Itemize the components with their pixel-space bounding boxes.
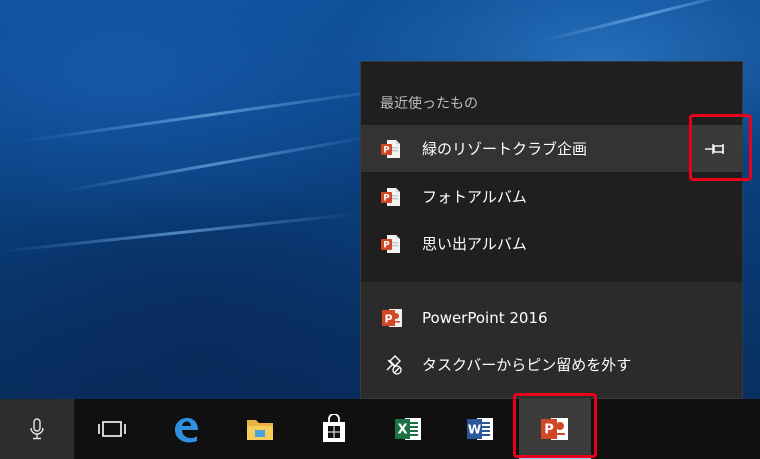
taskbar-store-button[interactable]: [306, 399, 362, 459]
word-letter: W: [468, 423, 481, 437]
powerpoint-app-icon: P: [382, 309, 402, 327]
recent-item-label: フォトアルバム: [422, 188, 527, 206]
folder-icon: [247, 420, 273, 440]
recent-item[interactable]: P 緑のリゾートクラブ企画: [361, 125, 742, 172]
word-icon: W: [467, 418, 493, 440]
taskbar-word-button[interactable]: W: [452, 399, 508, 459]
excel-icon: X: [395, 418, 421, 440]
recent-item[interactable]: P 思い出アルバム: [361, 220, 742, 267]
taskbar-excel-button[interactable]: X: [380, 399, 436, 459]
taskbar-file-explorer-button[interactable]: [232, 399, 288, 459]
taskbar: X W P: [0, 399, 760, 459]
powerpoint-doc-icon: P: [381, 139, 400, 158]
taskbar-edge-button[interactable]: [158, 399, 214, 459]
wallpaper-light-beam: [0, 212, 359, 253]
recent-item-label: 思い出アルバム: [422, 235, 527, 253]
taskbar-cortana-button[interactable]: [0, 399, 74, 459]
svg-text:P: P: [383, 193, 389, 203]
powerpoint-doc-icon: P: [381, 234, 400, 253]
powerpoint-icon: P: [541, 418, 568, 440]
wallpaper-light-beam: [59, 134, 376, 193]
taskbar-task-view-button[interactable]: [84, 399, 140, 459]
pin-icon: [705, 143, 724, 154]
svg-text:P: P: [384, 313, 392, 326]
store-icon: [323, 414, 345, 442]
jump-list: 最近使ったもの P 緑のリゾートクラブ企画 P フォトアルバム P 思い出アルバ…: [360, 61, 743, 399]
recent-section: 最近使ったもの P 緑のリゾートクラブ企画 P フォトアルバム P 思い出アルバ…: [361, 62, 742, 282]
open-powerpoint-task[interactable]: P PowerPoint 2016: [361, 295, 742, 341]
recent-section-title: 最近使ったもの: [380, 96, 478, 112]
task-label: PowerPoint 2016: [422, 309, 548, 327]
microphone-icon: [30, 418, 44, 440]
recent-item-label: 緑のリゾートクラブ企画: [422, 140, 588, 158]
task-label: タスクバーからピン留めを外す: [422, 355, 632, 374]
wallpaper-light-beam: [19, 87, 397, 143]
pin-button[interactable]: [690, 125, 742, 172]
unpin-icon: [386, 355, 402, 375]
recent-item[interactable]: P フォトアルバム: [361, 173, 742, 220]
powerpoint-letter: P: [544, 423, 554, 438]
unpin-from-taskbar-task[interactable]: タスクバーからピン留めを外す: [361, 341, 742, 387]
powerpoint-doc-icon: P: [381, 187, 400, 206]
excel-letter: X: [397, 423, 407, 438]
edge-icon: [175, 417, 198, 443]
svg-text:P: P: [383, 145, 389, 155]
taskbar-powerpoint-button[interactable]: P: [519, 399, 591, 459]
svg-text:P: P: [383, 240, 389, 250]
wallpaper-light-beam: [539, 0, 754, 43]
task-view-icon: [98, 421, 126, 437]
